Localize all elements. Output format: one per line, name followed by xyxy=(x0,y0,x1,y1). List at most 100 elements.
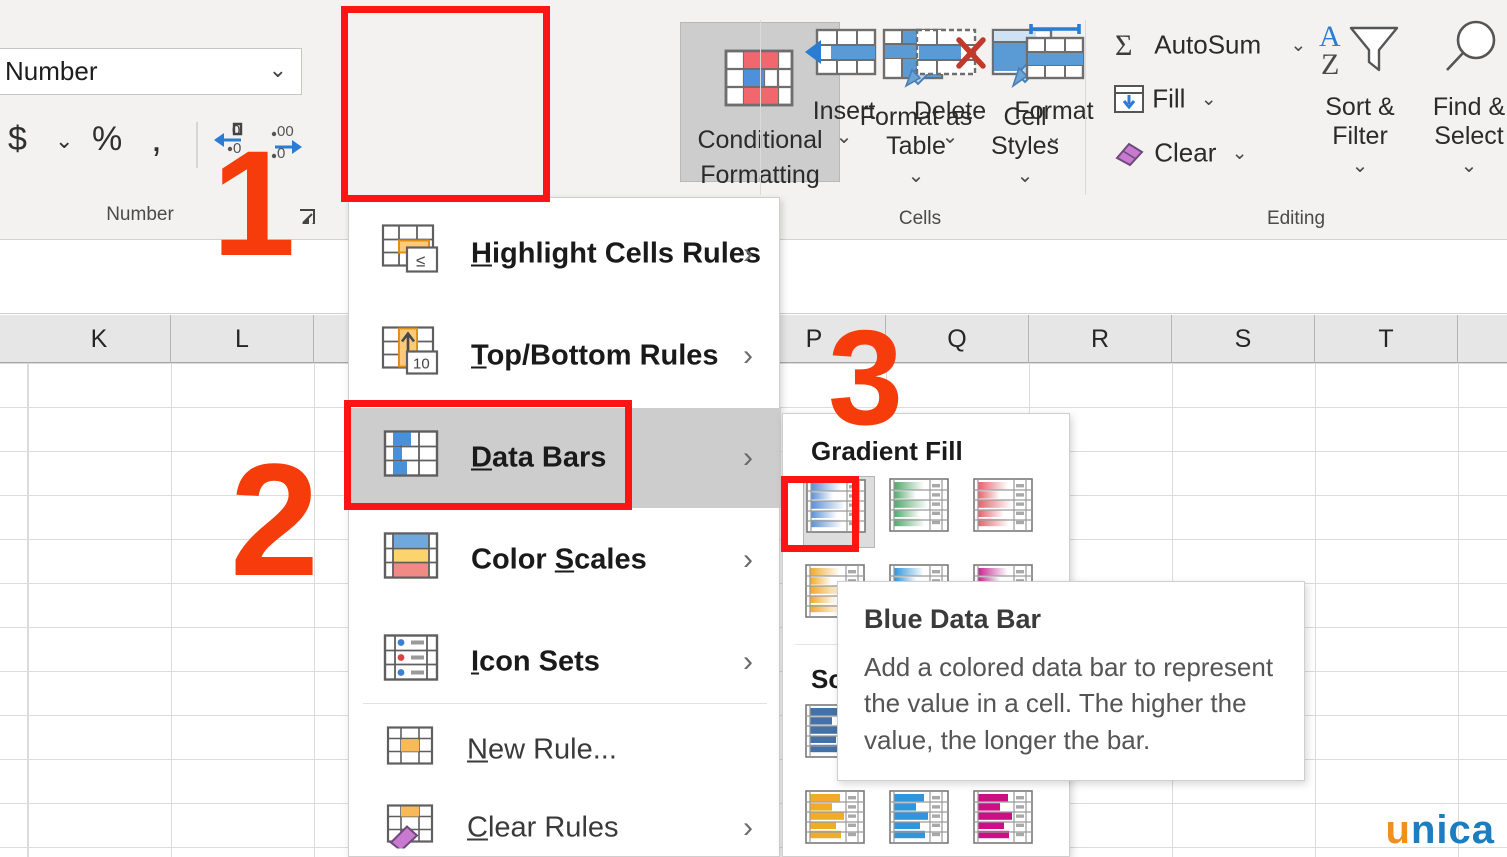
menu-label: Highlight Cells Rules xyxy=(471,237,762,270)
unica-logo: unica xyxy=(1386,808,1495,853)
chevron-down-icon[interactable]: ⌄ xyxy=(898,126,1002,149)
comma-style-button[interactable]: ‚ xyxy=(152,118,161,158)
column-header-R[interactable]: R xyxy=(1029,315,1172,363)
insert-cells-icon xyxy=(794,22,894,91)
green-gradient-data-bar[interactable] xyxy=(887,476,959,548)
icon-sets-icon xyxy=(381,632,443,693)
menu-label: Data Bars xyxy=(471,441,607,474)
menu-item-top-bottom-rules[interactable]: 10 Top/Bottom Rules › xyxy=(349,306,781,406)
sort-filter-button[interactable]: A Z Sort & Filter ⌄ xyxy=(1305,18,1415,179)
autosum-button[interactable]: Σ AutoSum ⌄ xyxy=(1113,28,1306,62)
conditional-formatting-menu: ≤ Highlight Cells Rules › 10 Top/Bottom … xyxy=(348,197,781,857)
svg-text:Σ: Σ xyxy=(1115,29,1132,61)
column-header-L[interactable]: L xyxy=(171,315,314,363)
insert-cells-label: Insert xyxy=(812,96,876,125)
tooltip-title: Blue Data Bar xyxy=(864,604,1042,634)
divider xyxy=(1085,20,1086,195)
ribbon-group-cells: Insert ⌄ Delete ⌄ Format ⌄ Cells xyxy=(760,0,1094,240)
accounting-number-format-button[interactable]: $ xyxy=(8,122,27,156)
fill-icon xyxy=(1114,85,1144,114)
svg-text:≤: ≤ xyxy=(416,252,425,271)
column-header-K[interactable]: K xyxy=(28,315,171,363)
insert-cells-button[interactable]: Insert ⌄ xyxy=(794,22,894,149)
percent-style-button[interactable]: % xyxy=(92,122,122,156)
autosum-label: AutoSum xyxy=(1154,29,1262,60)
grid-line-vertical xyxy=(28,363,29,857)
search-icon xyxy=(1413,18,1507,87)
chevron-right-icon: › xyxy=(743,811,753,844)
divider xyxy=(196,122,198,168)
chevron-right-icon: › xyxy=(743,441,753,474)
annotation-step-3: 3 xyxy=(828,302,904,453)
red-gradient-data-bar[interactable] xyxy=(971,476,1043,548)
chevron-down-icon[interactable]: ⌄ xyxy=(1201,89,1217,110)
svg-text:10: 10 xyxy=(413,356,430,373)
chevron-down-icon[interactable]: ⌄ xyxy=(794,126,894,149)
find-select-label: Find & Select xyxy=(1432,92,1506,150)
chevron-down-icon[interactable]: ⌄ xyxy=(1232,143,1248,164)
clear-rules-icon xyxy=(385,803,437,854)
chevron-down-icon[interactable]: ⌄ xyxy=(1290,35,1306,56)
menu-item-clear-rules[interactable]: Clear Rules › xyxy=(349,788,781,857)
tooltip-body: Add a colored data bar to represent the … xyxy=(864,652,1274,755)
eraser-icon xyxy=(1115,142,1144,167)
tooltip: Blue Data Bar Add a colored data bar to … xyxy=(837,581,1305,781)
purple-solid-data-bar[interactable] xyxy=(971,788,1043,857)
column-header-Q[interactable]: Q xyxy=(886,315,1029,363)
menu-label: Top/Bottom Rules xyxy=(471,339,719,372)
divider xyxy=(760,20,761,195)
fill-button[interactable]: Fill ⌄ xyxy=(1113,82,1217,115)
sort-filter-icon: A Z xyxy=(1305,18,1415,87)
menu-item-color-scales[interactable]: Color Scales › xyxy=(349,510,781,610)
svg-text:Z: Z xyxy=(1321,48,1339,80)
number-dialog-launcher-icon[interactable] xyxy=(296,206,318,228)
annotation-step-2: 2 xyxy=(230,430,319,609)
accounting-dropdown-chevron-icon[interactable]: ⌄ xyxy=(55,130,73,152)
menu-item-new-rule[interactable]: New Rule... xyxy=(349,710,781,790)
menu-label: New Rule... xyxy=(467,733,617,766)
top-bottom-icon: 10 xyxy=(381,326,443,387)
orange-solid-data-bar[interactable] xyxy=(803,788,875,857)
chevron-down-icon[interactable]: ⌄ xyxy=(1352,155,1369,177)
menu-item-data-bars[interactable]: Data Bars › xyxy=(349,408,781,508)
sort-filter-label: Sort & Filter xyxy=(1325,92,1395,150)
column-header-S[interactable]: S xyxy=(1172,315,1315,363)
highlight-cells-icon: ≤ xyxy=(381,224,443,285)
editing-group-label: Editing xyxy=(1266,208,1326,229)
chevron-down-icon[interactable]: ⌄ xyxy=(1461,155,1478,177)
delete-cells-icon xyxy=(898,22,1002,91)
find-select-button[interactable]: Find & Select ⌄ xyxy=(1413,18,1507,179)
fill-label: Fill xyxy=(1152,83,1186,114)
grid-line-vertical xyxy=(1458,363,1459,857)
menu-separator xyxy=(363,703,767,704)
color-scales-icon xyxy=(381,530,443,591)
grid-line-vertical xyxy=(171,363,172,857)
column-header-U[interactable]: U xyxy=(1458,315,1507,363)
new-rule-icon xyxy=(385,725,437,776)
clear-button[interactable]: Clear ⌄ xyxy=(1113,136,1248,169)
blue-gradient-data-bar[interactable] xyxy=(803,476,875,548)
grid-line-vertical xyxy=(1315,363,1316,857)
light-blue-solid-data-bar[interactable] xyxy=(887,788,959,857)
menu-label: Color Scales xyxy=(471,543,647,576)
sigma-icon: Σ xyxy=(1115,29,1132,62)
menu-item-highlight-cells-rules[interactable]: ≤ Highlight Cells Rules › xyxy=(349,204,781,304)
chevron-right-icon: › xyxy=(743,339,753,372)
chevron-right-icon: › xyxy=(743,237,753,270)
grid-line-vertical xyxy=(27,363,28,857)
number-format-value: Number xyxy=(5,56,98,86)
number-format-select[interactable]: Number ⌄ xyxy=(0,48,302,95)
column-header-T[interactable]: T xyxy=(1315,315,1458,363)
clear-label: Clear xyxy=(1154,137,1217,168)
ribbon-group-editing: Σ AutoSum ⌄ Fill ⌄ Clear ⌄ A Z Sort & Fi… xyxy=(1085,0,1507,240)
menu-label: Clear Rules xyxy=(467,811,619,844)
chevron-right-icon: › xyxy=(743,645,753,678)
delete-cells-label: Delete xyxy=(913,96,987,125)
chevron-down-icon: ⌄ xyxy=(268,57,287,82)
menu-item-icon-sets[interactable]: Icon Sets › xyxy=(349,612,781,712)
delete-cells-button[interactable]: Delete ⌄ xyxy=(898,22,1002,149)
data-bars-icon xyxy=(381,428,443,489)
cells-group-label: Cells xyxy=(898,208,942,229)
annotation-step-1: 1 xyxy=(212,119,296,287)
chevron-right-icon: › xyxy=(743,543,753,576)
